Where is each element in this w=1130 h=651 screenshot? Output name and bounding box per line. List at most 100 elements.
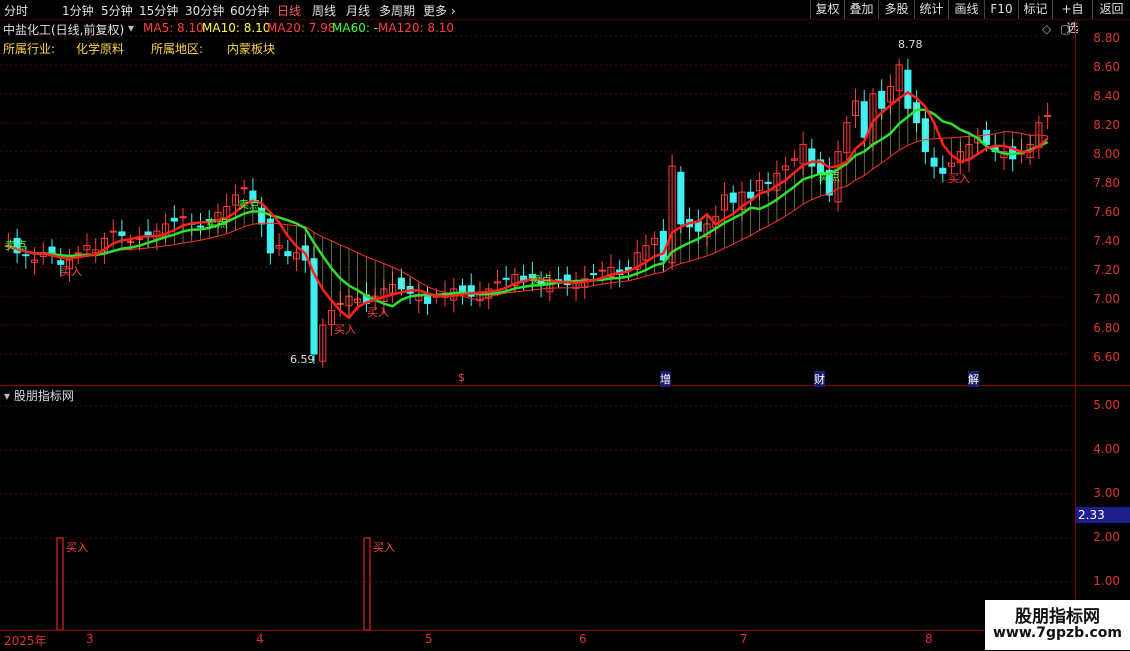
candle-body <box>589 273 598 276</box>
candle-body <box>424 296 432 304</box>
candle-body <box>764 181 772 184</box>
candle-body <box>939 167 947 174</box>
date-label: 8 <box>925 632 933 646</box>
site-watermark: 股朋指标网 www.7gpzb.com <box>985 600 1130 650</box>
date-label: 5 <box>425 632 433 646</box>
ma10-line <box>7 108 1049 308</box>
axis-label: 7.60 <box>1093 205 1120 219</box>
candle-body <box>458 285 467 293</box>
tab-daily[interactable]: 日线 <box>277 2 301 19</box>
ma20-line <box>8 131 1048 301</box>
axis-label: 8.40 <box>1093 89 1120 103</box>
indicator-current-value: 2.33 <box>1076 507 1130 523</box>
sell-signal: 卖点 <box>5 239 27 252</box>
date-label: 2025年 <box>4 634 47 648</box>
buy-signal: 买入 <box>334 323 356 336</box>
axis-label: 2.00 <box>1093 530 1120 544</box>
candle-body <box>878 90 886 109</box>
candle-body <box>598 269 606 272</box>
candle-body <box>179 216 187 219</box>
date-axis: 2025年 3 4 5 6 7 8 <box>0 630 1075 651</box>
axis-label: 5.00 <box>1093 398 1120 412</box>
draw-line-button[interactable]: 画线 <box>948 0 984 19</box>
candle-body <box>118 231 126 236</box>
multi-stock-button[interactable]: 多股 <box>878 0 914 19</box>
tab-weekly[interactable]: 周线 <box>312 2 336 19</box>
buy-signal: 买入 <box>66 541 88 554</box>
axis-label: 8.80 <box>1093 31 1120 45</box>
candle-body <box>266 218 274 254</box>
axis-label: 1.00 <box>1093 574 1120 588</box>
event-mark[interactable]: 增 <box>660 371 671 387</box>
candle-body <box>729 192 737 203</box>
f10-button[interactable]: F10 <box>984 0 1018 19</box>
watermark-url: www.7gpzb.com <box>992 625 1122 641</box>
axis-label: 3.00 <box>1093 486 1120 500</box>
back-button[interactable]: 返回 <box>1092 0 1130 19</box>
buy-signal: 买入 <box>373 541 395 554</box>
axis-label: 6.60 <box>1093 350 1120 364</box>
indicator-chart[interactable] <box>0 386 1075 630</box>
event-mark[interactable]: $ <box>458 371 465 384</box>
sell-signal: 卖点 <box>206 217 228 230</box>
ma5-line <box>7 90 1049 320</box>
candle-body <box>109 230 117 233</box>
tab-more-label: 更多 <box>423 4 448 18</box>
date-label: 7 <box>740 632 748 646</box>
price-axis: 8.80 8.60 8.40 8.20 8.00 7.80 7.60 7.40 … <box>1075 20 1130 385</box>
chevron-right-icon: › <box>450 4 456 18</box>
tab-monthly[interactable]: 月线 <box>346 2 370 19</box>
buy-bar <box>363 537 371 630</box>
candle-body <box>1044 115 1052 117</box>
tab-60min[interactable]: 60分钟 <box>230 2 269 19</box>
candle-body <box>747 191 755 199</box>
event-mark[interactable]: 解 <box>968 371 979 387</box>
tab-multi-period[interactable]: 多周期 <box>379 2 415 19</box>
restore-rights-button[interactable]: 复权 <box>810 0 844 19</box>
date-label: 4 <box>256 632 264 646</box>
tab-1min[interactable]: 1分钟 <box>62 2 94 19</box>
axis-label: 8.00 <box>1093 147 1120 161</box>
axis-label: 7.80 <box>1093 176 1120 190</box>
date-label: 3 <box>86 632 94 646</box>
candle-body <box>930 157 938 167</box>
axis-label: 4.00 <box>1093 442 1120 456</box>
candle-body <box>677 171 685 225</box>
event-mark[interactable]: 财 <box>814 371 825 387</box>
mark-button[interactable]: 标记 <box>1018 0 1052 19</box>
tab-intraday[interactable]: 分时 <box>4 2 28 19</box>
tab-15min[interactable]: 15分钟 <box>139 2 178 19</box>
axis-label: 7.20 <box>1093 263 1120 277</box>
tab-more[interactable]: 更多 › <box>423 2 456 19</box>
candle-body <box>860 101 868 138</box>
candle-body <box>502 277 510 280</box>
axis-label: 7.00 <box>1093 292 1120 306</box>
axis-label: 8.20 <box>1093 118 1120 132</box>
sell-signal: 卖点 <box>530 273 552 286</box>
high-annotation: 8.78 <box>898 38 923 51</box>
buy-signal: 买入 <box>367 306 389 319</box>
buy-signal: 买入 <box>948 172 970 185</box>
period-toolbar: 分时 1分钟 5分钟 15分钟 30分钟 60分钟 日线 周线 月线 多周期 更… <box>0 0 1130 35</box>
sell-signal: 卖点 <box>818 170 840 183</box>
statistics-button[interactable]: 统计 <box>914 0 948 19</box>
candle-body <box>240 187 248 190</box>
tab-5min[interactable]: 5分钟 <box>101 2 133 19</box>
low-annotation: 6.59 <box>290 353 315 366</box>
buy-signal: 买入 <box>60 265 82 278</box>
add-watchlist-button[interactable]: +自选 <box>1052 0 1092 35</box>
axis-label: 8.60 <box>1093 60 1120 74</box>
candle-body <box>170 217 178 222</box>
axis-label: 6.80 <box>1093 321 1120 335</box>
overlay-button[interactable]: 叠加 <box>844 0 878 19</box>
candle-body <box>284 251 292 257</box>
axis-label: 7.40 <box>1093 234 1120 248</box>
watermark-title: 股朋指标网 <box>1015 607 1100 627</box>
tab-30min[interactable]: 30分钟 <box>185 2 224 19</box>
candle-body <box>22 254 30 257</box>
candle-body <box>144 231 152 236</box>
sell-signal: 卖点 <box>238 198 260 211</box>
buy-bar <box>56 537 64 630</box>
date-label: 6 <box>579 632 587 646</box>
kline-chart[interactable] <box>0 20 1075 385</box>
